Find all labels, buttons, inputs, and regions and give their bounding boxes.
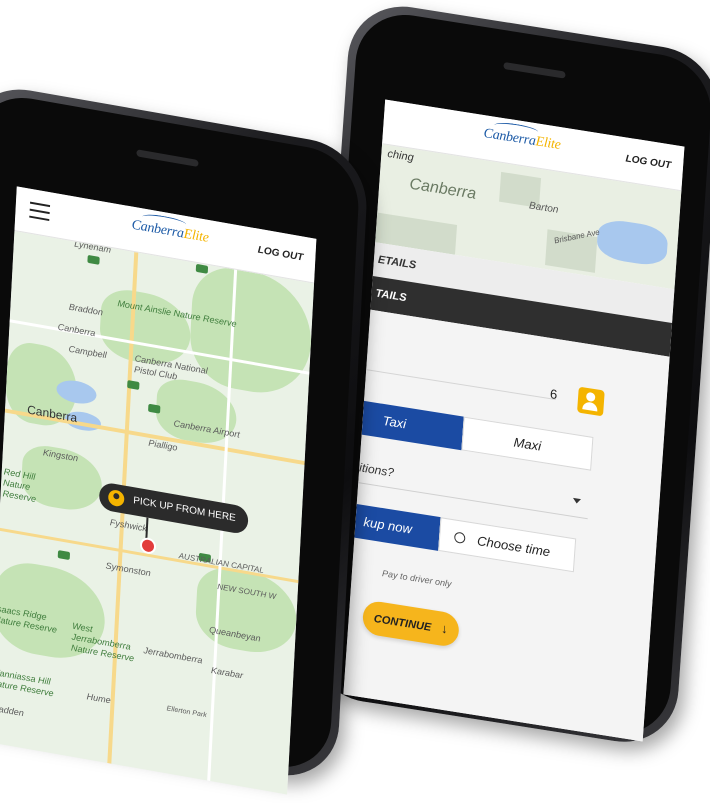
booking-form: 6 Taxi Maxi itions? kup now Choose time … [343, 309, 670, 742]
canberra-elite-logo: CanberraElite [483, 120, 561, 154]
logout-button[interactable]: LOG OUT [625, 153, 671, 171]
dropdown-caret-icon [572, 497, 581, 505]
map-label: Wanniassa Hill Nature Reserve [0, 666, 54, 699]
map-label: Campbell [68, 343, 107, 361]
choose-time-option[interactable]: Choose time [438, 517, 577, 573]
map-suburb-label: Barton [528, 200, 559, 216]
passenger-count[interactable]: 6 [550, 386, 558, 402]
conditions-label: itions? [358, 460, 395, 480]
booking-screen: CanberraElite LOG OUT ching Canberra Bar… [343, 99, 685, 742]
map-search-status: ching [387, 147, 415, 165]
map-screen: CanberraElite LOG OUT Lyneham Mount Ains… [0, 186, 317, 795]
map-label: Ellerton Park [166, 705, 207, 720]
continue-label: CONTINUE [373, 613, 432, 634]
location-pin-icon [107, 488, 125, 508]
canberra-elite-logo: CanberraElite [131, 212, 209, 247]
payment-note: Pay to driver only [381, 568, 452, 590]
vehicle-option-taxi[interactable]: Taxi [361, 400, 464, 451]
map-label: Braddon [68, 301, 104, 318]
pickup-map[interactable]: Lyneham Mount Ainslie Nature Reserve Bra… [0, 229, 315, 795]
map-label: West Jerrabomberra Nature Reserve [70, 620, 135, 664]
phone-booking: CanberraElite LOG OUT ching Canberra Bar… [303, 0, 710, 751]
map-label: Jerrabomberra [143, 645, 203, 666]
hamburger-menu-icon[interactable] [29, 201, 51, 226]
phone-map: CanberraElite LOG OUT Lyneham Mount Ains… [0, 80, 370, 795]
map-label: Fyshwick [109, 517, 148, 534]
continue-button[interactable]: CONTINUE ↓ [361, 599, 460, 649]
clock-icon [453, 531, 466, 545]
map-label: Hume [86, 691, 111, 706]
map-label: Canberra [57, 321, 96, 339]
choose-time-label: Choose time [476, 533, 551, 560]
map-label: Symonston [105, 560, 151, 579]
pickup-now-option[interactable]: kup now [354, 503, 441, 551]
logout-button[interactable]: LOG OUT [257, 245, 303, 264]
arrow-down-icon: ↓ [440, 620, 449, 637]
map-label: Fadden [0, 702, 25, 719]
add-passenger-icon[interactable] [577, 386, 605, 417]
passenger-field-line [366, 369, 556, 400]
vehicle-option-maxi[interactable]: Maxi [461, 416, 594, 471]
map-city-label: Canberra [408, 175, 477, 203]
map-label: Karabar [210, 665, 244, 681]
pickup-here-label: PICK UP FROM HERE [132, 495, 237, 525]
